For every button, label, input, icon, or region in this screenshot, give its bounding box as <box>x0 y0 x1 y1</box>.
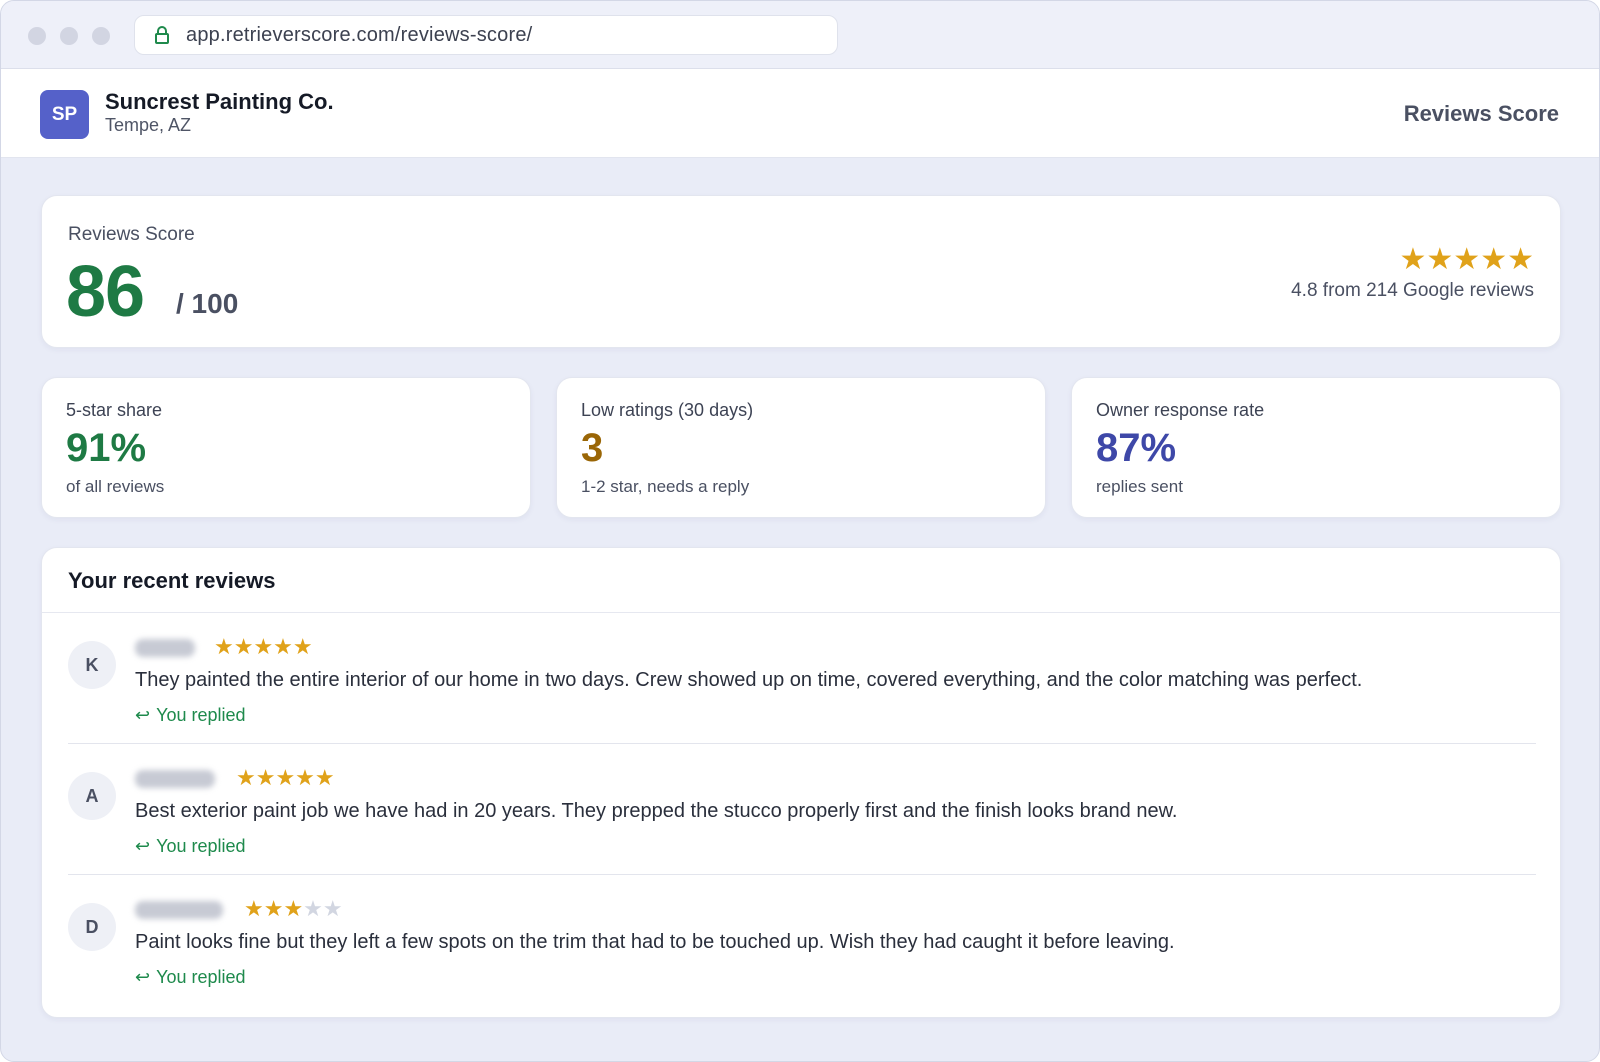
score-label: Reviews Score <box>68 224 195 245</box>
reviews-score-card: Reviews Score 86 / 100 ★★★★★ 4.8 from 21… <box>41 195 1561 348</box>
browser-toolbar: app.retrieverscore.com/reviews-score/ <box>1 1 1599 69</box>
reply-status[interactable]: ↩ You replied <box>135 836 246 857</box>
reviews-section-title: Your recent reviews <box>68 568 276 593</box>
review-item: D ★★★★★ Paint looks fine but they left a… <box>68 875 1536 1006</box>
reviewer-avatar: A <box>68 772 116 820</box>
recent-reviews-card: Your recent reviews K ★★★★★ They painted… <box>41 547 1561 1018</box>
review-text: Best exterior paint job we have had in 2… <box>135 800 1178 822</box>
reviewer-name-redacted <box>135 639 195 657</box>
stat-card-five-star-share: 5-star share 91% of all reviews <box>41 377 531 518</box>
stat-subtext: replies sent <box>1096 477 1183 496</box>
stat-label: Owner response rate <box>1096 400 1265 420</box>
business-location: Tempe, AZ <box>105 115 192 135</box>
stat-subtext: 1-2 star, needs a reply <box>581 477 750 496</box>
review-text: They painted the entire interior of our … <box>135 669 1363 691</box>
reply-status-label: You replied <box>156 705 246 725</box>
review-star-rating-icon: ★★★★★ <box>214 634 313 659</box>
review-item: K ★★★★★ They painted the entire interior… <box>68 613 1536 744</box>
stat-value: 91% <box>66 426 147 470</box>
reply-icon: ↩ <box>135 705 151 725</box>
review-star-rating-icon: ★★★★★ <box>244 896 343 921</box>
reviewer-avatar: K <box>68 641 116 689</box>
business-logo: SP <box>40 90 89 139</box>
stat-card-owner-response-rate: Owner response rate 87% replies sent <box>1071 377 1561 518</box>
stat-value: 87% <box>1096 426 1177 470</box>
reply-status[interactable]: ↩ You replied <box>135 705 246 726</box>
reply-icon: ↩ <box>135 836 151 856</box>
star-rating-icon: ★★★★★ <box>1399 243 1534 276</box>
reply-status[interactable]: ↩ You replied <box>135 967 246 988</box>
reply-status-label: You replied <box>156 967 246 987</box>
stat-subtext: of all reviews <box>66 477 165 496</box>
review-text: Paint looks fine but they left a few spo… <box>135 931 1175 953</box>
window-maximize-button[interactable] <box>92 27 110 45</box>
address-bar[interactable]: app.retrieverscore.com/reviews-score/ <box>134 15 838 55</box>
review-item: A ★★★★★ Best exterior paint job we have … <box>68 744 1536 875</box>
window-minimize-button[interactable] <box>60 27 78 45</box>
score-max: / 100 <box>176 288 239 319</box>
business-name: Suncrest Painting Co. <box>105 89 334 114</box>
stat-label: 5-star share <box>66 400 163 420</box>
rating-summary: 4.8 from 214 Google reviews <box>1291 280 1534 301</box>
window-close-button[interactable] <box>28 27 46 45</box>
reply-status-label: You replied <box>156 836 246 856</box>
stat-card-low-ratings: Low ratings (30 days) 3 1-2 star, needs … <box>556 377 1046 518</box>
score-value: 86 <box>66 252 145 332</box>
url-text[interactable]: app.retrieverscore.com/reviews-score/ <box>186 24 532 47</box>
lock-icon <box>155 26 169 44</box>
reviewer-avatar: D <box>68 903 116 951</box>
stat-label: Low ratings (30 days) <box>581 400 754 420</box>
review-star-rating-icon: ★★★★★ <box>236 765 335 790</box>
page-title: Reviews Score <box>1403 101 1559 126</box>
reply-icon: ↩ <box>135 967 151 987</box>
reviewer-name-redacted <box>135 770 215 788</box>
app-header: SP Suncrest Painting Co. Tempe, AZ Revie… <box>1 69 1599 158</box>
reviewer-name-redacted <box>135 901 223 919</box>
browser-window: app.retrieverscore.com/reviews-score/ SP… <box>0 0 1600 1062</box>
stat-value: 3 <box>581 426 604 470</box>
